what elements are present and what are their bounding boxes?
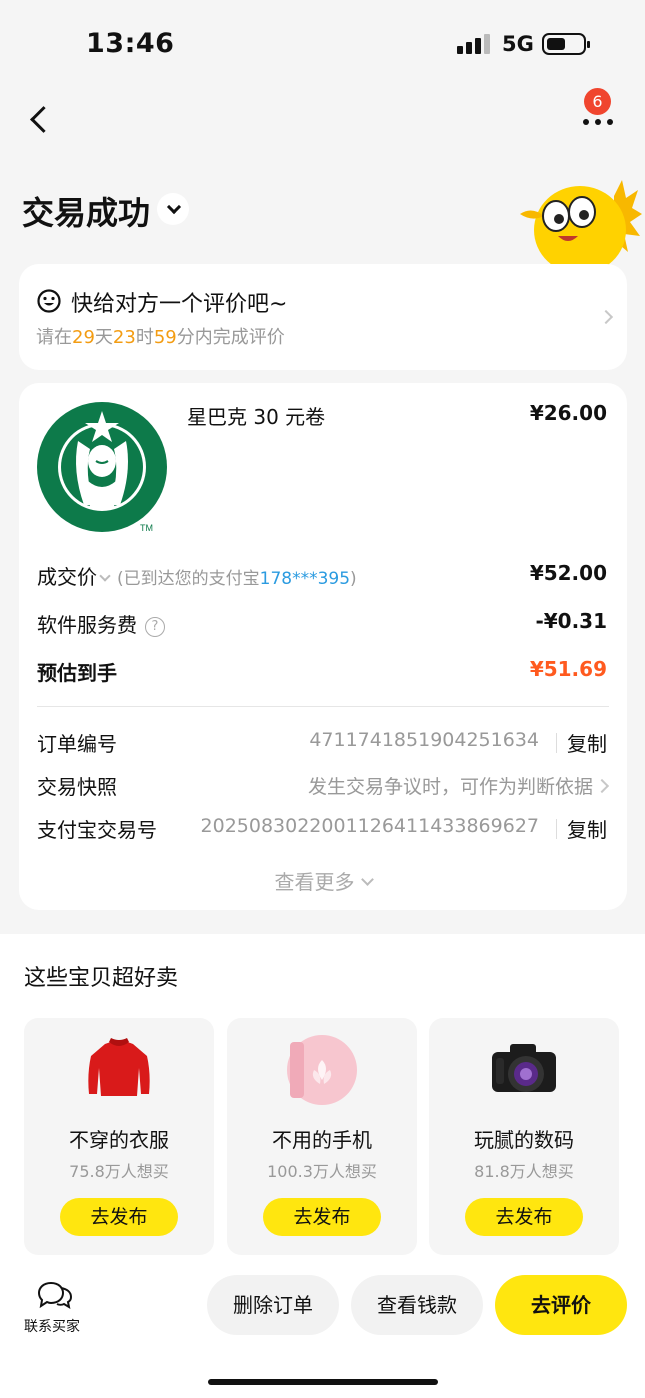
net-income-value: ¥51.69 xyxy=(529,657,607,681)
chevron-right-icon xyxy=(598,309,614,325)
service-fee-row: 软件服务费? xyxy=(37,609,165,638)
order-card: TM 星巴克 30 元卷 ¥26.00 成交价 (已到达您的支付宝178***39… xyxy=(19,383,627,910)
publish-button[interactable]: 去发布 xyxy=(263,1198,381,1236)
copy-alipay-number-button[interactable]: 复制 xyxy=(567,814,607,843)
write-review-button[interactable]: 去评价 xyxy=(495,1275,627,1335)
paid-note: (已到达您的支付宝178***395) xyxy=(117,569,357,589)
network-type: 5G xyxy=(502,32,534,56)
review-prompt-card[interactable]: 快给对方一个评价吧~ 请在29天23时59分内完成评价 xyxy=(19,264,627,370)
deal-price-value: ¥52.00 xyxy=(529,561,607,585)
service-fee-value: -¥0.31 xyxy=(535,609,607,633)
page-title: 交易成功 xyxy=(22,194,151,232)
reco-count: 75.8万人想买 xyxy=(69,1162,169,1181)
reco-count: 100.3万人想买 xyxy=(267,1162,377,1181)
snapshot-label: 交易快照 xyxy=(37,775,117,799)
chevron-down-icon xyxy=(99,570,111,582)
contact-buyer-label: 联系买家 xyxy=(24,1319,80,1335)
notification-badge: 6 xyxy=(584,88,611,115)
starbucks-logo-icon[interactable]: TM xyxy=(36,401,168,533)
camera-icon xyxy=(492,1044,556,1092)
home-indicator xyxy=(208,1379,438,1385)
delete-order-button[interactable]: 删除订单 xyxy=(207,1275,339,1335)
deal-price-label: 成交价 xyxy=(37,565,97,589)
service-fee-label: 软件服务费 xyxy=(37,613,137,637)
product-name[interactable]: 星巴克 30 元卷 xyxy=(187,401,325,430)
pink-phone-icon xyxy=(287,1035,357,1105)
reco-count: 81.8万人想买 xyxy=(474,1162,574,1181)
publish-button[interactable]: 去发布 xyxy=(465,1198,583,1236)
status-time: 13:46 xyxy=(86,28,175,59)
copy-order-number-button[interactable]: 复制 xyxy=(567,728,607,757)
view-funds-button[interactable]: 查看钱款 xyxy=(351,1275,483,1335)
deal-price-row[interactable]: 成交价 (已到达您的支付宝178***395) xyxy=(37,561,357,590)
signal-icon xyxy=(457,34,491,54)
back-button[interactable] xyxy=(20,100,60,140)
reco-card-digital[interactable]: 玩腻的数码 81.8万人想买 去发布 xyxy=(429,1018,619,1255)
separator xyxy=(556,733,557,753)
chat-bubble-icon xyxy=(37,1281,73,1310)
help-icon[interactable]: ? xyxy=(145,617,165,637)
review-prompt-title: 快给对方一个评价吧~ xyxy=(71,292,288,317)
alipay-number-label: 支付宝交易号 xyxy=(37,818,157,842)
review-deadline: 请在29天23时59分内完成评价 xyxy=(36,327,285,348)
net-income-label: 预估到手 xyxy=(37,661,117,685)
reco-card-phone[interactable]: 不用的手机 100.3万人想买 去发布 xyxy=(227,1018,417,1255)
publish-button[interactable]: 去发布 xyxy=(60,1198,178,1236)
recommendation-title: 这些宝贝超好卖 xyxy=(24,966,179,991)
fish-mascot-icon xyxy=(520,180,642,268)
title-expand-button[interactable] xyxy=(157,193,189,225)
order-number-label: 订单编号 xyxy=(37,732,117,756)
snapshot-link[interactable]: 发生交易争议时，可作为判断依据 xyxy=(308,772,593,799)
reco-name: 不穿的衣服 xyxy=(69,1128,169,1152)
more-dots-icon xyxy=(583,119,589,125)
reco-card-clothes[interactable]: 不穿的衣服 75.8万人想买 去发布 xyxy=(24,1018,214,1255)
status-bar: 13:46 5G xyxy=(0,0,645,88)
product-price: ¥26.00 xyxy=(529,401,607,425)
reco-name: 玩腻的数码 xyxy=(474,1128,574,1152)
chevron-down-icon xyxy=(360,873,374,886)
battery-icon xyxy=(542,33,590,55)
see-more-button[interactable]: 查看更多 xyxy=(19,866,627,895)
chevron-right-icon xyxy=(594,778,610,794)
red-sweater-icon xyxy=(88,1038,150,1096)
reco-name: 不用的手机 xyxy=(272,1128,372,1152)
order-number-value: 4711741851904251634 xyxy=(309,729,539,751)
alipay-number-value: 2025083022001126411433869627 xyxy=(200,815,539,837)
separator xyxy=(556,819,557,839)
contact-buyer-button[interactable]: 联系买家 xyxy=(24,1280,88,1336)
svg-text:TM: TM xyxy=(140,523,153,533)
face-icon xyxy=(37,289,61,313)
divider xyxy=(37,706,609,707)
